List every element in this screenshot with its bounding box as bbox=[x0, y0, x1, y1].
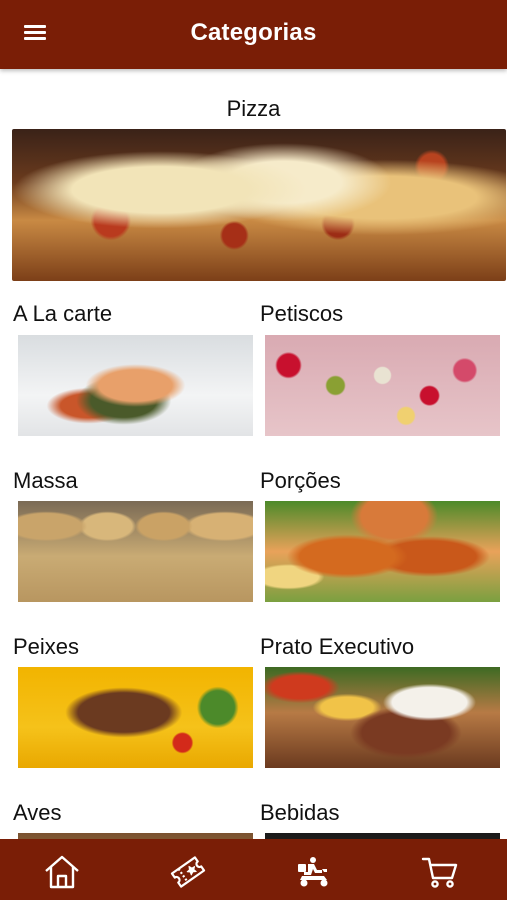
category-title-bebidas: Bebidas bbox=[260, 800, 340, 825]
petiscos-image[interactable] bbox=[265, 335, 500, 436]
bottom-nav bbox=[0, 839, 507, 900]
category-title-aves: Aves bbox=[13, 800, 62, 825]
home-icon[interactable] bbox=[42, 853, 82, 891]
pizza-image[interactable] bbox=[12, 129, 506, 281]
coupon-icon[interactable] bbox=[168, 853, 208, 891]
cart-icon[interactable] bbox=[420, 853, 460, 891]
massa-image[interactable] bbox=[18, 501, 253, 602]
prato-executivo-image[interactable] bbox=[265, 667, 500, 768]
category-list[interactable]: Pizza A La carte Petiscos Massa Porções … bbox=[0, 69, 507, 839]
category-title-massa: Massa bbox=[13, 468, 78, 493]
delivery-scooter-icon[interactable] bbox=[294, 853, 334, 891]
porcoes-image[interactable] bbox=[265, 501, 500, 602]
a-la-carte-image[interactable] bbox=[18, 335, 253, 436]
page-title: Categorias bbox=[190, 19, 317, 46]
category-title-petiscos: Petiscos bbox=[260, 301, 344, 326]
app-bar: Categorias bbox=[0, 0, 507, 69]
category-title-pizza: Pizza bbox=[226, 96, 281, 121]
category-title-prato-executivo: Prato Executivo bbox=[260, 634, 415, 659]
category-title-peixes: Peixes bbox=[13, 634, 80, 659]
category-title-porcoes: Porções bbox=[260, 468, 341, 493]
peixes-image[interactable] bbox=[18, 667, 253, 768]
category-title-a-la-carte: A La carte bbox=[13, 301, 113, 326]
